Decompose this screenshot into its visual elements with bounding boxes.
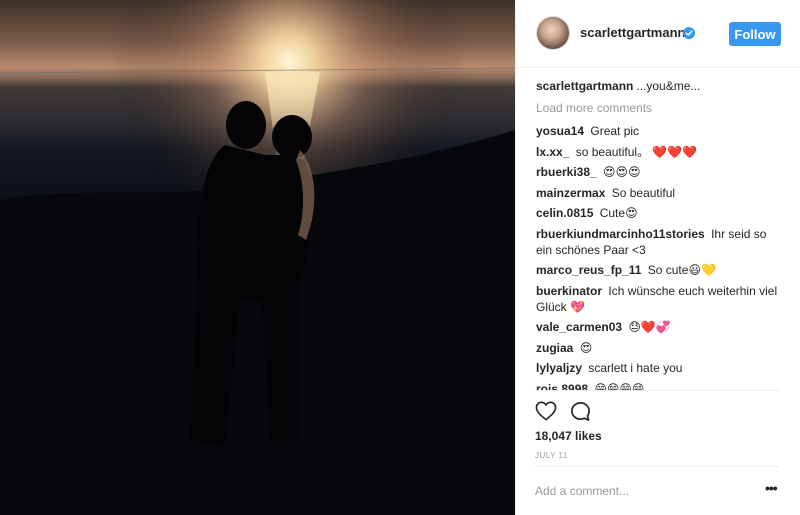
comment-bubble-icon[interactable] (570, 401, 591, 422)
comment-username[interactable]: zugiaa (536, 341, 573, 355)
comment-text: 😓❤️💞 (628, 320, 671, 334)
verified-badge-icon (683, 27, 695, 39)
post-actions: 18,047 likes JULY 11 (515, 390, 800, 466)
list-item: zugiaa 😍 (536, 340, 781, 356)
list-item: rbuerki38_ 😍😍😍 (536, 164, 781, 180)
comment-text: 😁😁😁😁 (594, 381, 645, 391)
list-item: celin.0815 Cute😍 (536, 205, 781, 221)
caption-text: ...you&me... (636, 79, 701, 93)
heart-icon[interactable] (535, 401, 557, 421)
list-item: rbuerkiundmarcinho11stories Ihr seid so … (536, 226, 781, 258)
more-options-icon[interactable]: ••• (765, 481, 779, 497)
comment-text: 😍 (579, 340, 593, 355)
comment-username[interactable]: rbuerki38_ (536, 165, 597, 179)
divider (535, 466, 780, 467)
add-comment-bar: ••• (515, 466, 800, 515)
avatar[interactable] (536, 16, 570, 50)
caption: scarlettgartmann ...you&me... (536, 78, 781, 94)
list-item: yosua14 Great pic (536, 123, 781, 139)
comments-list: scarlettgartmann ...you&me... Load more c… (536, 68, 781, 390)
comment-text: 😍😍😍 (603, 165, 641, 179)
comment-text: so beautiful。 ❤️❤️❤️ (575, 144, 698, 159)
load-more-comments-link[interactable]: Load more comments (536, 100, 781, 116)
comment-text: Great pic (590, 124, 640, 138)
comment-text: scarlett i hate you (588, 361, 683, 375)
comment-text: So cute😃💛 (647, 263, 716, 277)
comment-username[interactable]: vale_carmen03 (536, 320, 622, 334)
comment-username[interactable]: mainzermax (536, 186, 605, 200)
photo-scene (0, 0, 515, 515)
caption-username[interactable]: scarlettgartmann (536, 79, 633, 93)
likes-count[interactable]: 18,047 likes (535, 429, 602, 443)
follow-button[interactable]: Follow (729, 22, 781, 46)
comment-username[interactable]: celin.0815 (536, 206, 593, 220)
comment-text: Cute😍 (599, 206, 638, 220)
add-comment-input[interactable] (535, 482, 745, 500)
post-date[interactable]: JULY 11 (535, 451, 568, 460)
comment-text: So beautiful (611, 185, 676, 200)
list-item: buerkinator Ich wünsche euch weiterhin v… (536, 283, 781, 315)
comment-username[interactable]: buerkinator (536, 284, 602, 298)
list-item: vale_carmen03 😓❤️💞 (536, 319, 781, 335)
list-item: rois.8998 😁😁😁😁 (536, 381, 781, 391)
divider (535, 390, 780, 391)
comment-username[interactable]: rois.8998 (536, 382, 588, 391)
post-photo[interactable] (0, 0, 515, 515)
post-header: scarlettgartmann Follow (516, 0, 800, 68)
post-author-username[interactable]: scarlettgartmann (580, 25, 685, 40)
comment-username[interactable]: yosua14 (536, 124, 584, 138)
list-item: marco_reus_fp_11 So cute😃💛 (536, 262, 781, 278)
comment-username[interactable]: lx.xx_ (536, 145, 569, 159)
comment-username[interactable]: lylyaljzy (536, 361, 582, 375)
list-item: lx.xx_ so beautiful。 ❤️❤️❤️ (536, 144, 781, 160)
list-item: mainzermax So beautiful (536, 185, 781, 201)
comment-username[interactable]: marco_reus_fp_11 (536, 263, 641, 277)
list-item: lylyaljzy scarlett i hate you (536, 360, 781, 376)
comment-username[interactable]: rbuerkiundmarcinho11stories (536, 227, 705, 241)
